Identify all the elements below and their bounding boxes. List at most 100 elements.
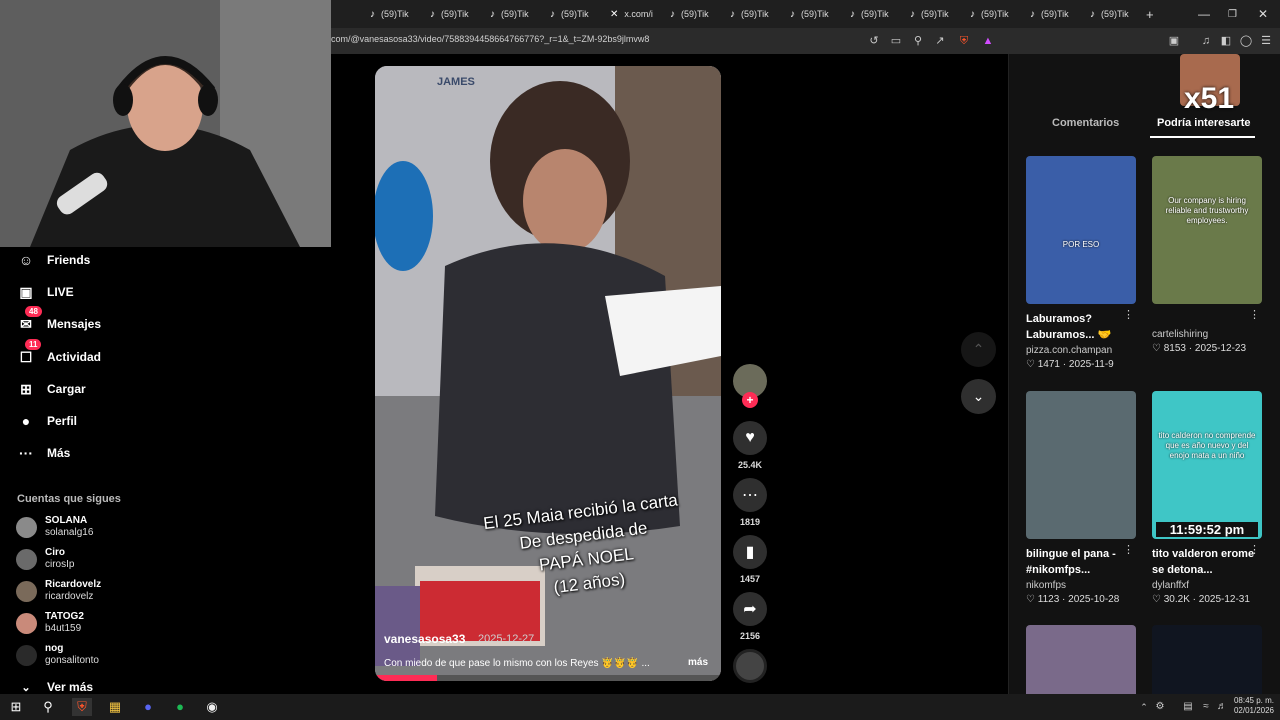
sidebar-item-actividad[interactable]: ☐ Actividad 11: [17, 339, 101, 367]
suggested-video-card[interactable]: tito calderon no comprende que es año nu…: [1152, 391, 1262, 605]
suggested-thumb-partial[interactable]: [1026, 625, 1136, 694]
browser-tab[interactable]: ♪ (59)Tik: [790, 6, 829, 22]
video-date: 2025-12-31: [1198, 594, 1250, 605]
browser-tab[interactable]: ♪ (59)Tik: [370, 6, 409, 22]
comment-button[interactable]: ⋯ 1819: [733, 478, 767, 527]
browser-tab[interactable]: ♪ (59)Tik: [850, 6, 889, 22]
more-icon: ···: [19, 445, 33, 461]
video-title[interactable]: tito valderon erome se detona...: [1152, 546, 1262, 578]
translate-icon[interactable]: ↺: [866, 33, 882, 49]
tab-comments[interactable]: Comentarios: [1052, 117, 1119, 129]
music-disc[interactable]: [733, 649, 767, 683]
cast-icon[interactable]: ▭: [888, 33, 904, 49]
following-account[interactable]: nog gonsalitonto: [16, 643, 99, 667]
share-arrow-icon: ➦: [733, 592, 767, 626]
sidebar-item-friends[interactable]: ☺ Friends: [17, 250, 91, 270]
browser-tab[interactable]: ♪ (59)Tik: [970, 6, 1009, 22]
video-date: 2025-10-28: [1068, 594, 1120, 605]
browser-tab[interactable]: ♪ (59)Tik: [430, 6, 469, 22]
following-account[interactable]: Ricardovelz ricardovelz: [16, 579, 101, 603]
suggested-video-card[interactable]: Our company is hiring reliable and trust…: [1152, 156, 1262, 354]
windows-start-icon[interactable]: ⊞: [6, 698, 26, 716]
minimize-icon[interactable]: —: [1198, 6, 1210, 22]
browser-tab[interactable]: ♪ (59)Tik: [490, 6, 529, 22]
spotify-icon[interactable]: ●: [170, 698, 190, 716]
save-button[interactable]: ▮ 1457: [733, 535, 767, 584]
like-button[interactable]: ♥ 25.4K: [733, 421, 767, 470]
brave-shield-icon[interactable]: ⛨: [956, 33, 972, 49]
tab-suggested[interactable]: Podría interesarte: [1157, 117, 1251, 129]
video-thumbnail[interactable]: [1026, 391, 1136, 539]
following-account[interactable]: Ciro cirosIp: [16, 547, 74, 571]
following-account[interactable]: SOLANA solanalg16: [16, 515, 93, 539]
video-title[interactable]: bilingue el pana - #nikomfps...: [1026, 546, 1136, 578]
browser-tab[interactable]: ♪ (59)Tik: [1090, 6, 1129, 22]
browser-tab[interactable]: ♪ (59)Tik: [910, 6, 949, 22]
more-options-icon[interactable]: ⋮: [1249, 543, 1260, 556]
panel-icon[interactable]: ◧: [1218, 33, 1234, 49]
next-video-button[interactable]: ⌄: [961, 379, 996, 414]
search-icon[interactable]: ⚲: [38, 698, 58, 716]
share-icon[interactable]: ↗: [932, 33, 948, 49]
video-username[interactable]: cartelishiring: [1152, 329, 1262, 340]
share-button[interactable]: ➦ 2156: [733, 592, 767, 641]
sidebar-icon[interactable]: ▣: [1166, 33, 1182, 49]
video-author[interactable]: vanesasosa33: [384, 632, 465, 646]
heart-outline-icon: ♡: [1026, 359, 1038, 370]
browser-tab[interactable]: ✕ x.com/i: [610, 6, 653, 22]
video-thumbnail[interactable]: tito calderon no comprende que es año nu…: [1152, 391, 1262, 539]
previous-video-button[interactable]: ⌃: [961, 332, 996, 367]
music-icon[interactable]: ♫: [1198, 33, 1214, 49]
author-avatar[interactable]: +: [733, 364, 767, 408]
clock[interactable]: 08:45 p. m. 02/01/2026: [1232, 696, 1274, 716]
suggested-video-card[interactable]: POR ESO ⋮ Laburamos? Laburamos... 🤝 pizza.c…: [1026, 156, 1136, 370]
brave-rewards-icon[interactable]: ▲: [980, 33, 996, 49]
more-options-icon[interactable]: ⋮: [1249, 308, 1260, 321]
clock-time: 08:45 p. m.: [1233, 696, 1274, 705]
network-icon[interactable]: ▤: [1178, 698, 1198, 716]
video-title[interactable]: [1152, 311, 1262, 327]
video-username[interactable]: dylanffxf: [1152, 580, 1262, 591]
like-count: 30.2K: [1163, 594, 1190, 605]
close-window-icon[interactable]: ✕: [1258, 6, 1268, 22]
sidebar-item-mensajes[interactable]: ✉ Mensajes 48: [17, 306, 101, 334]
discord-icon[interactable]: ●: [138, 698, 158, 716]
video-thumbnail[interactable]: Our company is hiring reliable and trust…: [1152, 156, 1262, 304]
browser-tab-label: x.com/i: [624, 9, 653, 19]
browser-tab[interactable]: ♪ (59)Tik: [730, 6, 769, 22]
more-options-icon[interactable]: ⋮: [1123, 308, 1134, 321]
sidebar-item-live[interactable]: ▣ LIVE: [17, 282, 73, 302]
obs-icon[interactable]: ◉: [202, 698, 222, 716]
sidebar-item-perfil[interactable]: ● Perfil: [17, 411, 77, 431]
tray-icons[interactable]: ⚙: [1150, 698, 1170, 716]
more-options-icon[interactable]: ⋮: [1123, 543, 1134, 556]
tiktok-icon: ♪: [850, 8, 855, 20]
brave-browser-icon[interactable]: ⛨: [72, 698, 92, 716]
account-name: SOLANA: [45, 515, 88, 526]
browser-tab[interactable]: ♪ (59)Tik: [550, 6, 589, 22]
suggested-video-card[interactable]: ⋮ bilingue el pana - #nikomfps... nikomfps…: [1026, 391, 1136, 605]
video-title[interactable]: Laburamos? Laburamos... 🤝: [1026, 311, 1136, 343]
follow-plus-icon[interactable]: +: [742, 392, 758, 408]
browser-tab[interactable]: ♪ (59)Tik: [1030, 6, 1069, 22]
avatar: [16, 548, 37, 570]
sidebar-item-cargar[interactable]: ⊞ Cargar: [17, 379, 86, 399]
url-input[interactable]: com/@vanesasosa33/video/7588394458664766…: [331, 34, 649, 44]
restore-icon[interactable]: ❐: [1228, 6, 1237, 22]
zoom-icon[interactable]: ⚲: [910, 33, 926, 49]
new-tab-button[interactable]: +: [1146, 6, 1154, 22]
video-thumbnail[interactable]: POR ESO: [1026, 156, 1136, 304]
suggested-thumb-partial[interactable]: [1152, 625, 1262, 694]
sidebar-item-más[interactable]: ··· Más: [17, 443, 70, 463]
activity-icon: ☐: [19, 348, 33, 365]
caption-more-link[interactable]: más: [688, 657, 708, 668]
video-username[interactable]: pizza.con.champan: [1026, 345, 1136, 356]
following-account[interactable]: TATOG2 b4ut159: [16, 611, 84, 635]
vpn-icon[interactable]: ◯: [1238, 33, 1254, 49]
video-username[interactable]: nikomfps: [1026, 580, 1136, 591]
file-explorer-icon[interactable]: ▦: [105, 698, 125, 716]
browser-tab[interactable]: ♪ (59)Tik: [670, 6, 709, 22]
menu-icon[interactable]: ☰: [1258, 33, 1274, 49]
volume-icon[interactable]: ♬: [1212, 698, 1232, 716]
brand-watermark: JAMES: [437, 76, 475, 88]
